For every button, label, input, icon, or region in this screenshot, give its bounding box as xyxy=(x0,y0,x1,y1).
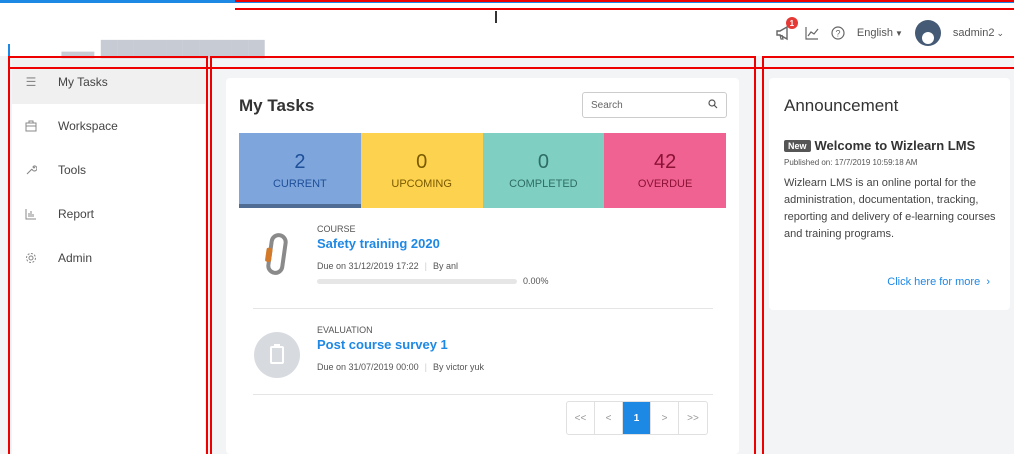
announcement-date: Published on: 17/7/2019 10:59:18 AM xyxy=(784,158,918,167)
sidebar-item-workspace[interactable]: Workspace xyxy=(12,104,205,148)
svg-text:?: ? xyxy=(835,29,840,39)
top-bar: ▂▂ ▆▆▆▆▆▆▆▆▆▆ 1 ? English ▼ sadmin2 ⌄ xyxy=(0,0,1014,58)
read-more-link[interactable]: Click here for more › xyxy=(887,276,990,288)
new-badge: New xyxy=(784,139,811,152)
sidebar-item-label: Admin xyxy=(58,251,93,265)
user-menu[interactable]: sadmin2 ⌄ xyxy=(953,27,1004,39)
stat-value: 0 xyxy=(537,150,549,173)
checklist-icon: ☰ xyxy=(25,75,37,89)
page-first-button[interactable]: << xyxy=(567,402,595,434)
task-type: COURSE xyxy=(317,224,356,234)
gear-icon xyxy=(24,252,38,264)
task-author: By victor yuk xyxy=(432,362,484,372)
sidebar: ☰ My Tasks Workspace Tools Report Admin xyxy=(12,60,205,454)
task-progress: 0.00% xyxy=(317,276,549,286)
task-author: By anl xyxy=(432,261,458,271)
search-input[interactable]: Search xyxy=(582,92,727,118)
announcement-title: Announcement xyxy=(784,96,899,115)
username: sadmin2 xyxy=(952,27,995,39)
announcement-body: Wizlearn LMS is an online portal for the… xyxy=(784,177,996,240)
stat-label: COMPLETED xyxy=(509,177,578,190)
caret-down-icon: ▼ xyxy=(894,28,903,38)
stat-value: 2 xyxy=(294,150,306,173)
highlight-outline-bottom xyxy=(235,8,1014,10)
megaphone-icon[interactable]: 1 xyxy=(775,17,798,41)
stat-value: 42 xyxy=(654,150,677,173)
page-next-button[interactable]: > xyxy=(651,402,679,434)
chevron-down-icon: ⌄ xyxy=(996,27,1004,38)
carabiner-icon xyxy=(253,224,301,284)
sidebar-item-label: My Tasks xyxy=(58,75,108,89)
chevron-right-icon: › xyxy=(983,276,990,288)
sidebar-item-tools[interactable]: Tools xyxy=(12,148,205,192)
sidebar-item-label: Workspace xyxy=(58,119,118,133)
evaluation-icon xyxy=(253,325,301,385)
task-due: Due on 31/12/2019 17:22 xyxy=(317,261,419,271)
progress-text: 0.00% xyxy=(523,276,549,286)
language-selector[interactable]: English ▼ xyxy=(857,27,903,39)
briefcase-icon xyxy=(24,120,38,132)
bar-chart-icon xyxy=(24,208,38,220)
search-icon[interactable] xyxy=(708,98,718,112)
line-chart-icon[interactable] xyxy=(805,26,819,40)
wrench-icon xyxy=(24,164,38,176)
stat-completed[interactable]: 0 COMPLETED xyxy=(482,133,605,208)
clipboard-icon xyxy=(270,344,284,364)
my-tasks-card: My Tasks Search 2 CURRENT 0 UPCOMING 0 C… xyxy=(226,78,739,454)
stat-value: 0 xyxy=(416,150,428,173)
header-actions: 1 ? English ▼ sadmin2 ⌄ xyxy=(775,17,1004,46)
read-more-label: Click here for more xyxy=(887,276,981,288)
task-meta: Due on 31/07/2019 00:00 | By victor yuk xyxy=(317,362,484,372)
task-name-link[interactable]: Safety training 2020 xyxy=(317,236,549,251)
stat-overdue[interactable]: 42 OVERDUE xyxy=(604,133,726,208)
help-icon[interactable]: ? xyxy=(831,26,845,40)
announcement-headline: Welcome to Wizlearn LMS xyxy=(814,138,976,153)
task-name-link[interactable]: Post course survey 1 xyxy=(317,337,484,352)
stat-upcoming[interactable]: 0 UPCOMING xyxy=(360,133,483,208)
sidebar-item-report[interactable]: Report xyxy=(12,192,205,236)
stat-label: CURRENT xyxy=(272,177,327,190)
page-current-button[interactable]: 1 xyxy=(623,402,651,434)
highlight-outline-top xyxy=(235,0,1014,2)
search-placeholder: Search xyxy=(591,99,623,111)
avatar[interactable] xyxy=(914,20,941,46)
task-type: EVALUATION xyxy=(317,325,373,335)
page-last-button[interactable]: >> xyxy=(679,402,707,434)
notification-badge: 1 xyxy=(785,17,798,29)
pagination: << < 1 > >> xyxy=(566,401,708,435)
page-prev-button[interactable]: < xyxy=(595,402,623,434)
task-divider xyxy=(253,308,713,309)
page-title: My Tasks xyxy=(239,96,315,115)
task-stats: 2 CURRENT 0 UPCOMING 0 COMPLETED 42 OVER… xyxy=(239,133,726,208)
stat-current[interactable]: 2 CURRENT xyxy=(239,133,361,208)
logo-edge-mark xyxy=(8,44,10,58)
task-divider xyxy=(253,394,713,395)
announcement-headline-row: New Welcome to Wizlearn LMS xyxy=(784,138,975,153)
sidebar-item-label: Report xyxy=(58,207,95,221)
language-label: English xyxy=(856,27,893,39)
text-cursor xyxy=(495,11,497,23)
stat-label: UPCOMING xyxy=(391,177,452,190)
stat-label: OVERDUE xyxy=(637,177,693,190)
task-due: Due on 31/07/2019 00:00 xyxy=(317,362,419,372)
sidebar-item-admin[interactable]: Admin xyxy=(12,236,205,280)
announcement-card: Announcement New Welcome to Wizlearn LMS… xyxy=(769,78,1010,310)
sidebar-item-my-tasks[interactable]: ☰ My Tasks xyxy=(12,60,205,104)
task-meta: Due on 31/12/2019 17:22 | By anl xyxy=(317,261,458,271)
progress-bar xyxy=(317,278,517,284)
logo: ▂▂ ▆▆▆▆▆▆▆▆▆▆ xyxy=(62,36,266,58)
sidebar-item-label: Tools xyxy=(58,163,87,177)
